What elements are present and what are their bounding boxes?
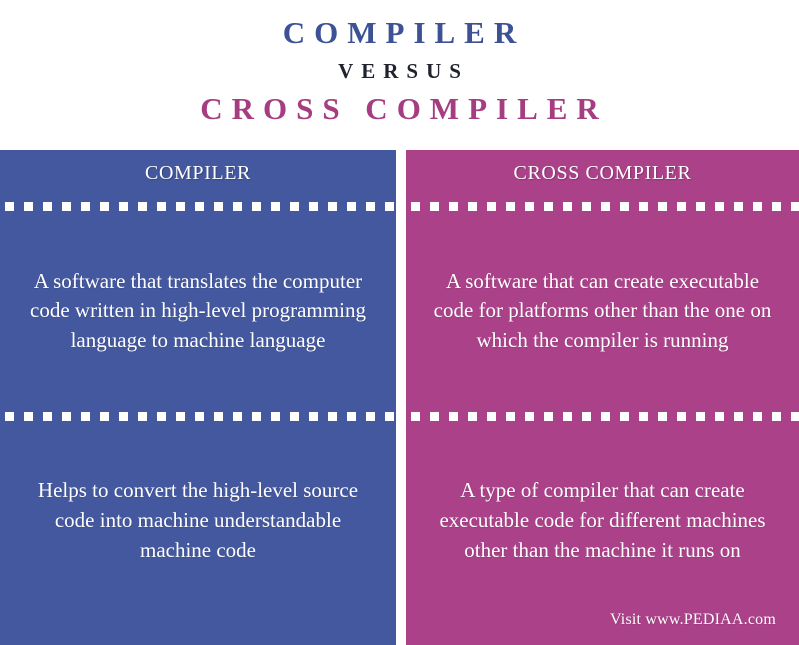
title-line-compiler: COMPILER	[282, 15, 526, 50]
comparison-cell-left-1: A software that translates the computer …	[30, 268, 366, 353]
dashed-divider-icon	[0, 196, 396, 217]
title-block: COMPILER VERSUS CROSS COMPILER	[0, 0, 799, 150]
comparison-column-cross-compiler: CROSS COMPILER A software that can creat…	[406, 150, 799, 645]
title-line-versus: VERSUS	[338, 58, 469, 83]
comparison-table: COMPILER A software that translates the …	[0, 150, 799, 645]
column-header-compiler: COMPILER	[145, 161, 251, 184]
column-header-cross-compiler: CROSS COMPILER	[513, 161, 692, 184]
title-line-cross-compiler: CROSS COMPILER	[200, 90, 608, 126]
column-separator	[396, 150, 406, 645]
dashed-divider-icon	[406, 196, 799, 217]
comparison-cell-right-1: A software that can create executable co…	[433, 268, 772, 353]
dashed-divider-icon	[0, 405, 396, 427]
comparison-column-compiler: COMPILER A software that translates the …	[0, 150, 396, 645]
footer-credit: Visit www.PEDIAA.com	[610, 611, 776, 628]
dashed-divider-icon	[406, 405, 799, 427]
infographic-page: COMPILER VERSUS CROSS COMPILER COMPILER …	[0, 0, 799, 645]
comparison-cell-left-2: Helps to convert the high-level source c…	[37, 478, 359, 562]
